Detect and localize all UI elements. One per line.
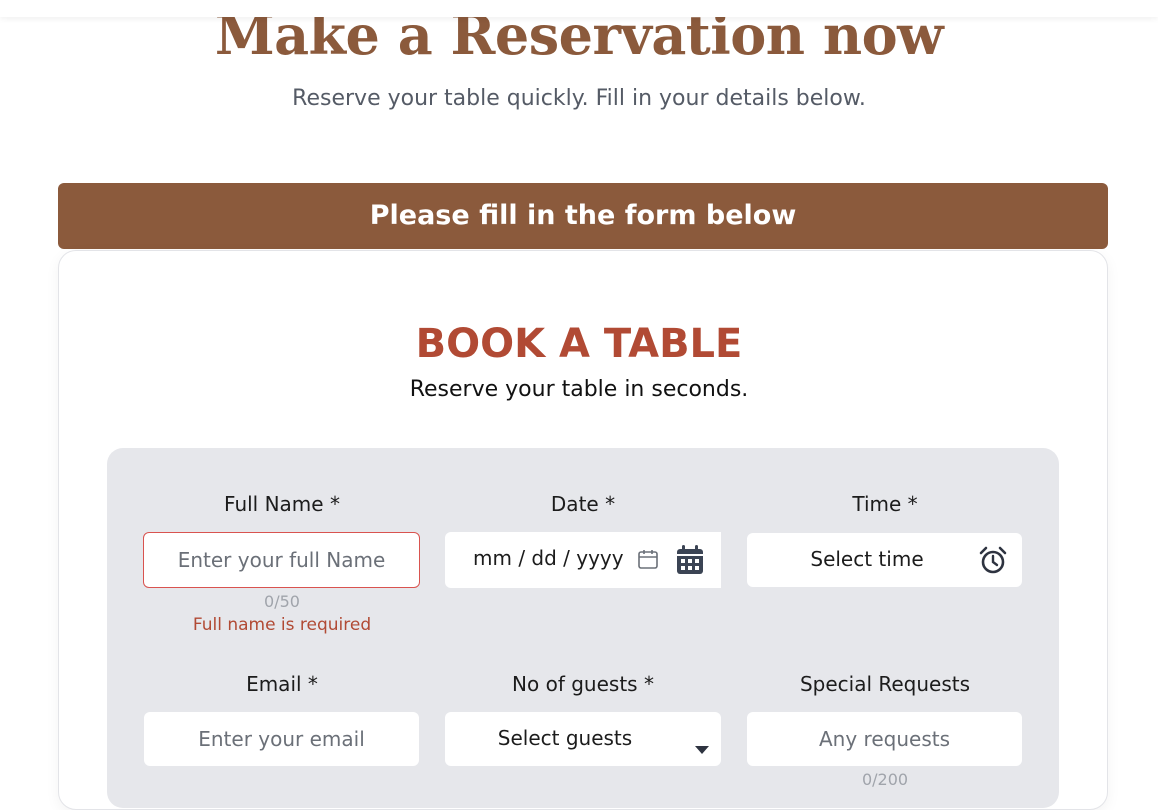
- calendar-icon[interactable]: [658, 532, 721, 588]
- alarm-clock-icon: [977, 544, 1009, 581]
- time-select[interactable]: Select time: [747, 533, 1022, 587]
- special-requests-label: Special Requests: [799, 672, 971, 696]
- date-input[interactable]: mm / dd / yyyy: [445, 532, 721, 588]
- time-label: Time *: [852, 492, 918, 516]
- email-placeholder: Enter your email: [198, 727, 365, 751]
- calendar-small-icon[interactable]: [637, 548, 659, 575]
- booking-subtitle: Reserve your table in seconds.: [409, 377, 749, 402]
- special-requests-input[interactable]: Any requests: [747, 712, 1022, 766]
- page-subtitle: Reserve your table quickly. Fill in your…: [292, 86, 866, 111]
- guests-select[interactable]: Select guests: [445, 712, 721, 766]
- guests-value: Select guests: [497, 726, 633, 750]
- guests-label: No of guests *: [512, 672, 654, 696]
- full-name-placeholder: Enter your full Name: [177, 548, 386, 572]
- top-navbar: [0, 0, 1158, 17]
- date-value: mm / dd / yyyy: [473, 546, 624, 570]
- booking-title: BOOK A TABLE: [415, 321, 743, 367]
- email-label: Email *: [246, 672, 318, 696]
- full-name-counter: 0/50: [264, 592, 300, 611]
- special-requests-counter: 0/200: [861, 770, 909, 789]
- full-name-error: Full name is required: [192, 615, 372, 635]
- form-banner: Please fill in the form below: [58, 183, 1108, 249]
- email-input[interactable]: Enter your email: [144, 712, 419, 766]
- time-value: Select time: [810, 547, 924, 571]
- chevron-down-icon: [695, 735, 709, 759]
- date-label: Date *: [550, 492, 616, 516]
- full-name-label: Full Name *: [224, 492, 340, 516]
- special-requests-placeholder: Any requests: [819, 727, 950, 751]
- full-name-input[interactable]: Enter your full Name: [143, 532, 420, 588]
